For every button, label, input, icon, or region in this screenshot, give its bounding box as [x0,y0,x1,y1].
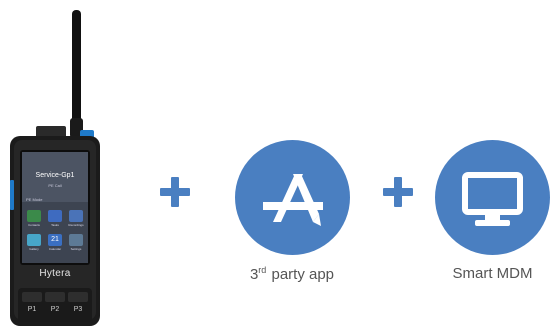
radio-device: Service-Gp1 PE Call PE Mode Contacts Tas… [0,0,110,327]
plus-icon [383,177,413,207]
screen-status: PE Mode [26,197,43,202]
third-party-app-label: 3rd party app [222,265,362,283]
screen-title: Service-Gp1 [35,172,75,179]
smart-mdm-feature: Smart MDM [430,140,555,282]
app-label-recordings: Recordings [68,223,84,227]
calendar-day: 21 [51,236,59,243]
plus-icon [160,177,190,207]
app-store-icon [234,140,350,255]
key-p2: P2 [50,306,60,313]
smart-mdm-label: Smart MDM [452,265,533,282]
third-party-app-feature: 3rd party app [222,140,362,283]
label-rest: party app [267,266,335,283]
label-superscript: rd [258,265,267,275]
key-p3: P3 [73,306,83,313]
monitor-icon [435,140,550,255]
screen-subtitle: PE Call [48,183,62,188]
device-brand: Hytera [39,268,71,279]
app-label-settings: Settings [70,247,82,251]
key-p1: P1 [27,306,37,313]
